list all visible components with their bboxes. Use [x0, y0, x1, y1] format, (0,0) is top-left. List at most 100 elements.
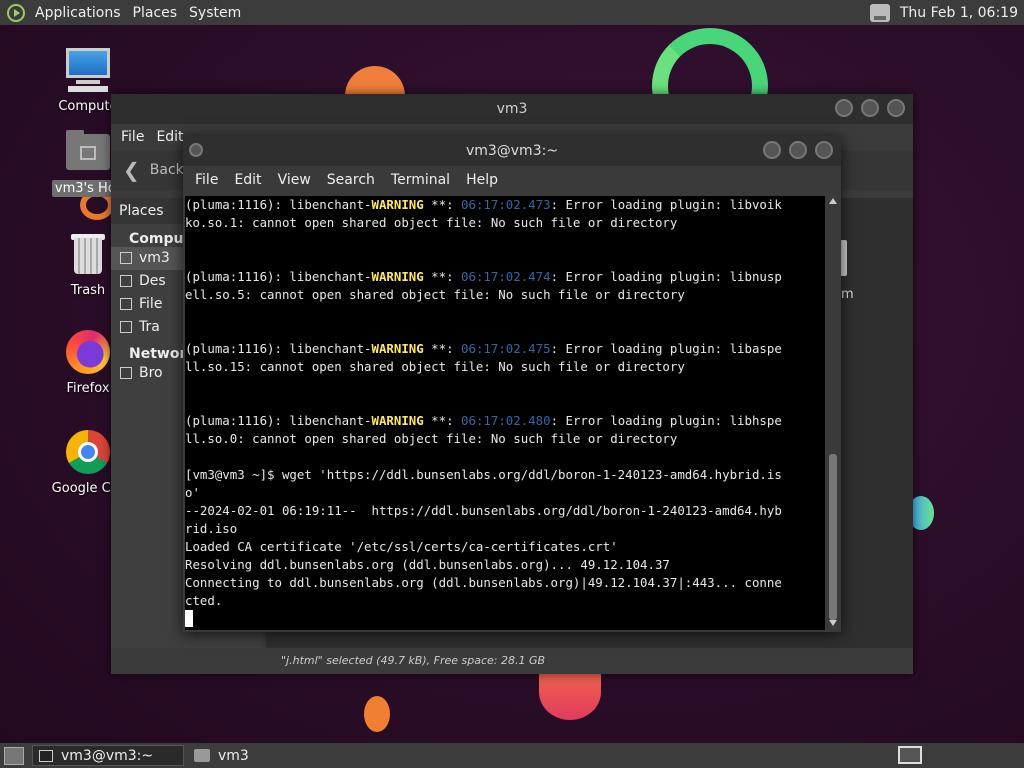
terminal-line-pre: (pluma:1116): libenchant- — [185, 413, 372, 428]
sidebar-item-label: Tra — [139, 319, 160, 335]
terminal-line: (pluma:1116): libenchant-WARNING **: 06:… — [185, 196, 825, 214]
back-button[interactable]: Back — [150, 162, 184, 178]
bottom-panel: vm3@vm3:~ vm3 — [0, 743, 1024, 768]
terminal-line-post: : Error loading plugin: libaspe — [550, 341, 782, 356]
terminal-line-warn: WARNING — [371, 197, 424, 212]
terminal-line: (pluma:1116): libenchant-WARNING **: 06:… — [185, 412, 825, 430]
show-desktop-icon[interactable] — [4, 746, 24, 765]
terminal-window[interactable]: vm3@vm3:~ File Edit View Search Terminal… — [183, 136, 841, 632]
terminal-line: ko.so.1: cannot open shared object file:… — [185, 215, 678, 230]
terminal-cursor — [185, 610, 193, 627]
terminal-line: [vm3@vm3 ~]$ wget 'https://ddl.bunsenlab… — [185, 467, 782, 482]
terminal-line-time: 06:17:02.475 — [461, 341, 551, 356]
terminal-line-time: 06:17:02.480 — [461, 413, 551, 428]
sidebar-item-label: vm3 — [139, 250, 170, 266]
folder-icon — [194, 749, 210, 762]
terminal-line-mid: **: — [423, 413, 462, 428]
terminal-line-pre: (pluma:1116): libenchant- — [185, 197, 372, 212]
network-icon[interactable] — [869, 3, 890, 22]
sidebar-item-label: Bro — [139, 365, 163, 381]
drive-icon — [120, 298, 132, 310]
terminal-line-post: : Error loading plugin: libvoik — [550, 197, 782, 212]
maximize-button[interactable] — [861, 99, 879, 117]
trash-icon — [120, 321, 132, 333]
terminal-line: rid.iso — [185, 521, 238, 536]
taskbar-item-terminal[interactable]: vm3@vm3:~ — [32, 745, 184, 766]
desktop-icon — [120, 275, 132, 287]
back-arrow-icon[interactable]: ❮ — [123, 158, 140, 182]
terminal-cursor-line — [185, 610, 825, 628]
menu-view[interactable]: View — [270, 172, 319, 188]
chrome-icon — [64, 428, 112, 476]
trash-icon — [64, 230, 112, 278]
terminal-line-warn: WARNING — [371, 269, 424, 284]
terminal-line-time: 06:17:02.473 — [461, 197, 551, 212]
terminal-line-mid: **: — [423, 341, 462, 356]
minimize-button[interactable] — [763, 141, 781, 159]
terminal-line-mid: **: — [423, 269, 462, 284]
menu-file[interactable]: File — [187, 172, 226, 188]
terminal-output[interactable]: (pluma:1116): libenchant-WARNING **: 06:… — [185, 196, 825, 630]
terminal-line-pre: (pluma:1116): libenchant- — [185, 269, 372, 284]
window-title: vm3@vm3:~ — [465, 143, 559, 159]
menu-help[interactable]: Help — [458, 172, 506, 188]
taskbar-item-file-manager[interactable]: vm3 — [188, 745, 255, 766]
taskbar-item-label: vm3 — [218, 747, 249, 764]
terminal-line: ll.so.15: cannot open shared object file… — [185, 359, 685, 374]
terminal-line-warn: WARNING — [371, 413, 424, 428]
workspace-switcher[interactable] — [898, 746, 922, 764]
clock[interactable]: Thu Feb 1, 06:19 — [900, 5, 1018, 21]
scroll-down-icon[interactable] — [829, 620, 837, 626]
terminal-line: --2024-02-01 06:19:11-- https://ddl.buns… — [185, 503, 782, 518]
terminal-line: cted. — [185, 593, 223, 608]
minimize-button[interactable] — [835, 99, 853, 117]
terminal-line: o' — [185, 485, 200, 500]
distro-logo-icon[interactable] — [7, 3, 25, 22]
firefox-icon — [64, 328, 112, 376]
system-menu[interactable]: System — [183, 5, 247, 21]
scroll-up-icon[interactable] — [829, 198, 837, 204]
maximize-button[interactable] — [789, 141, 807, 159]
terminal-line: (pluma:1116): libenchant-WARNING **: 06:… — [185, 268, 825, 286]
terminal-menubar: File Edit View Search Terminal Help — [183, 166, 841, 194]
terminal-line-mid: **: — [423, 197, 462, 212]
terminal-titlebar[interactable]: vm3@vm3:~ — [183, 136, 841, 166]
scrollbar-thumb[interactable] — [829, 454, 837, 620]
menu-terminal[interactable]: Terminal — [383, 172, 458, 188]
applications-menu[interactable]: Applications — [29, 5, 127, 21]
terminal-line: Loaded CA certificate '/etc/ssl/certs/ca… — [185, 539, 618, 554]
terminal-scrollbar[interactable] — [827, 196, 839, 630]
places-menu[interactable]: Places — [127, 5, 184, 21]
computer-icon — [64, 46, 112, 94]
status-bar: "j.html" selected (49.7 kB), Free space:… — [111, 648, 913, 674]
home-icon — [120, 252, 132, 264]
close-button[interactable] — [815, 141, 833, 159]
terminal-line-post: : Error loading plugin: libhspe — [550, 413, 782, 428]
menu-file[interactable]: File — [115, 129, 150, 145]
window-menu-icon[interactable] — [189, 143, 203, 157]
terminal-line: ll.so.0: cannot open shared object file:… — [185, 431, 678, 446]
menu-edit[interactable]: Edit — [226, 172, 269, 188]
terminal-line: Resolving ddl.bunsenlabs.org (ddl.bunsen… — [185, 557, 670, 572]
desktop-icon-label: Trash — [70, 283, 106, 298]
home-folder-icon — [64, 128, 112, 176]
network-icon — [120, 367, 132, 379]
desktop: Applications Places System Thu Feb 1, 06… — [0, 0, 1024, 768]
terminal-line: Connecting to ddl.bunsenlabs.org (ddl.bu… — [185, 575, 782, 590]
terminal-line: (pluma:1116): libenchant-WARNING **: 06:… — [185, 340, 825, 358]
sidebar-item-label: Des — [139, 273, 166, 289]
window-title: vm3 — [496, 101, 528, 117]
menu-search[interactable]: Search — [319, 172, 383, 188]
sidebar-item-label: File — [139, 296, 163, 312]
top-panel: Applications Places System Thu Feb 1, 06… — [0, 0, 1024, 25]
file-manager-titlebar[interactable]: vm3 — [111, 94, 913, 124]
taskbar-item-label: vm3@vm3:~ — [61, 747, 154, 764]
close-button[interactable] — [887, 99, 905, 117]
